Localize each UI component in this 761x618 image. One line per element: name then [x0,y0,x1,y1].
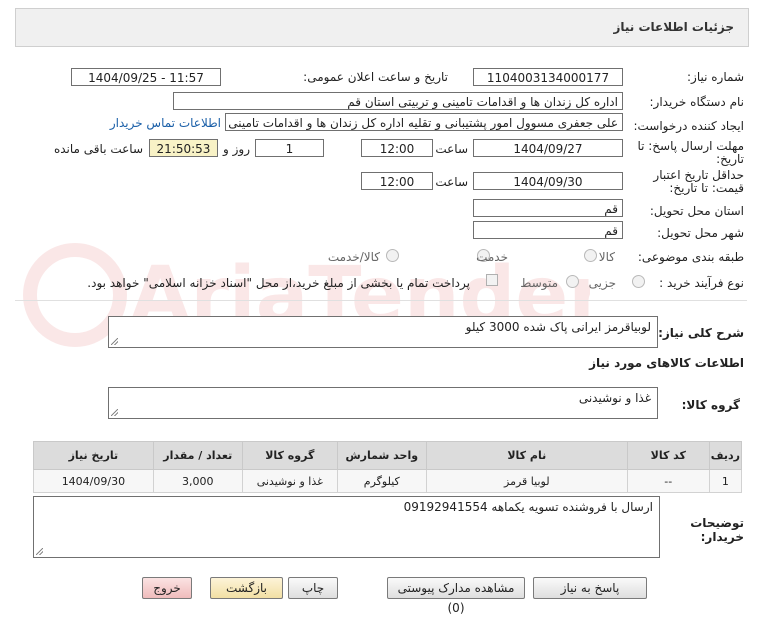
header-panel: جزئیات اطلاعات نیاز [15,8,749,47]
buyer-notes-text: ارسال با فروشنده تسویه یکماهه 0919294155… [403,500,653,514]
reply-button[interactable]: پاسخ به نیاز [533,577,647,599]
cell-date: 1404/09/30 [33,469,154,493]
resize-grip-icon[interactable] [111,409,118,416]
goods-group-label: گروه کالا: [681,398,740,412]
goods-group-text: غذا و نوشیدنی [578,391,651,405]
treasury-checkbox[interactable] [486,274,498,286]
days-field[interactable]: 1 [255,139,324,157]
remaining-label: ساعت باقی مانده [53,142,143,156]
description-label: شرح کلی نیاز: [658,326,744,340]
exit-button[interactable]: خروج [142,577,192,599]
need-number-label: شماره نیاز: [687,70,744,84]
buyer-notes-label-2: خریدار: [700,530,744,544]
province-field[interactable]: قم [473,199,623,217]
col-header-code: کد کالا [626,441,710,470]
validity-date-field[interactable]: 1404/09/30 [473,172,623,190]
validity-label-2: قیمت: تا تاریخ: [669,181,744,195]
print-button[interactable]: چاپ [288,577,338,599]
announce-field[interactable]: 1404/09/25 - 11:57 [71,68,221,86]
validity-label: حداقل تاریخ اعتبار [653,168,744,182]
category-option-goods-service: کالا/خدمت [327,250,380,264]
days-label: روز و [223,142,250,156]
process-option-minor: جزیی [588,276,616,290]
process-option-medium: متوسط [520,276,558,290]
process-radio-minor[interactable] [632,275,645,288]
table-header-row: ردیف کد کالا نام کالا واحد شمارش گروه کا… [33,441,743,470]
deadline-date-field[interactable]: 1404/09/27 [473,139,623,157]
need-number-field[interactable]: 1104003134000177 [473,68,623,86]
description-field[interactable]: لوبیاقرمز ایرانی پاک شده 3000 کیلو [108,316,658,348]
city-label: شهر محل تحویل: [657,226,744,240]
attachments-button[interactable]: مشاهده مدارک پیوستی (0) [387,577,525,615]
col-header-quantity: تعداد / مقدار [152,441,243,470]
goods-table: ردیف کد کالا نام کالا واحد شمارش گروه کا… [33,441,743,493]
col-header-unit: واحد شمارش [336,441,427,470]
cell-name: لوبیا قرمز [425,469,628,493]
buyer-org-label: نام دستگاه خریدار: [649,95,745,109]
goods-info-title: اطلاعات کالاهای مورد نیاز [589,356,744,370]
cell-row-number: 1 [708,469,743,493]
cell-group: غذا و نوشیدنی [241,469,338,493]
requester-field[interactable]: علی جعفری مسوول امور پشتیبانی و تقلیه اد… [225,113,623,131]
process-label: نوع فرآیند خرید : [659,276,744,290]
col-header-group: گروه کالا [241,441,338,470]
province-label: استان محل تحویل: [649,204,744,218]
remaining-time-field: 21:50:53 [149,139,218,157]
description-text: لوبیاقرمز ایرانی پاک شده 3000 کیلو [465,320,651,334]
city-field[interactable]: قم [473,221,623,239]
category-option-service: خدمت [476,250,508,264]
col-header-date: تاریخ نیاز [33,441,154,470]
category-radio-goods[interactable] [584,249,597,262]
cell-quantity: 3,000 [152,469,243,493]
table-row[interactable]: 1 -- لوبیا قرمز کیلوگرم غذا و نوشیدنی 3,… [33,469,743,493]
category-radio-goods-service[interactable] [386,249,399,262]
cell-unit: کیلوگرم [336,469,427,493]
process-radio-medium[interactable] [566,275,579,288]
deadline-time-field[interactable]: 12:00 [361,139,433,157]
buyer-notes-field[interactable]: ارسال با فروشنده تسویه یکماهه 0919294155… [33,496,660,558]
page-title: جزئیات اطلاعات نیاز [613,20,734,34]
deadline-label: مهلت ارسال پاسخ: تا [637,139,744,153]
back-button[interactable]: بازگشت [210,577,283,599]
validity-time-label: ساعت [435,175,468,189]
buyer-notes-label: توضیحات [690,516,744,530]
payment-note: پرداخت تمام یا بخشی از مبلغ خرید،از محل … [87,276,470,290]
resize-grip-icon[interactable] [36,548,43,555]
validity-time-field[interactable]: 12:00 [361,172,433,190]
requester-label: ایجاد کننده درخواست: [633,119,744,133]
category-label: طبقه بندی موضوعی: [637,250,744,264]
deadline-time-label: ساعت [435,142,468,156]
col-header-name: نام کالا [425,441,628,470]
cell-code: -- [626,469,710,493]
buyer-org-field[interactable]: اداره کل زندان ها و اقدامات تامینی و ترب… [173,92,623,110]
goods-group-field[interactable]: غذا و نوشیدنی [108,387,658,419]
resize-grip-icon[interactable] [111,338,118,345]
deadline-label-2: تاریخ: [716,152,744,166]
category-option-goods: کالا [598,250,615,264]
contact-info-link[interactable]: اطلاعات تماس خریدار [110,116,221,130]
announce-label: تاریخ و ساعت اعلان عمومی: [303,70,448,84]
col-header-row-number: ردیف [708,441,743,470]
section-divider [15,300,747,301]
